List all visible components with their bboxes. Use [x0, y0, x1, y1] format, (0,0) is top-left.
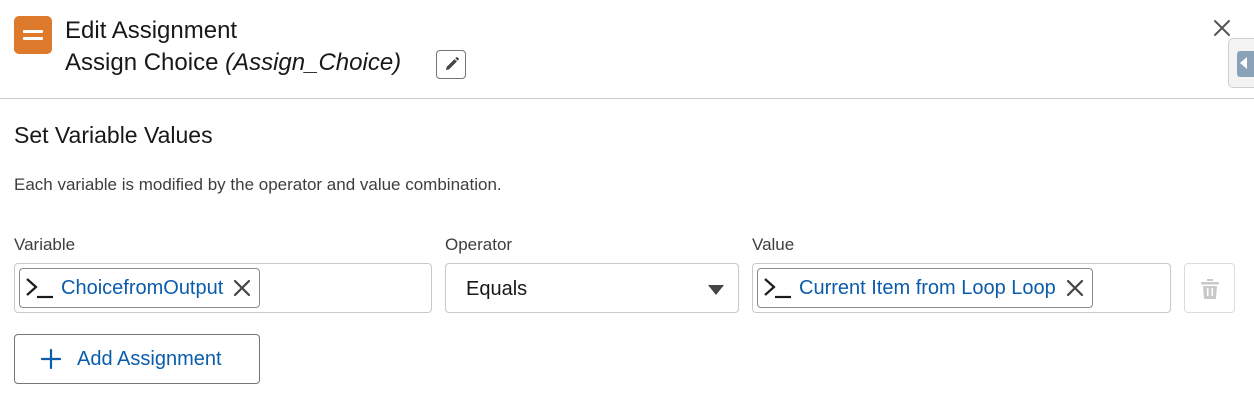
section-title: Set Variable Values: [14, 122, 213, 148]
variable-icon: [763, 276, 793, 300]
operator-selected-value: Equals: [466, 278, 528, 300]
chevron-down-icon: [708, 285, 724, 295]
side-panel-toggle[interactable]: [1228, 38, 1254, 88]
variable-pill-text: ChoicefromOutput: [61, 276, 224, 299]
value-pill[interactable]: Current Item from Loop Loop: [757, 268, 1093, 308]
operator-label: Operator: [445, 235, 513, 254]
chevron-left-icon: [1240, 57, 1247, 69]
assignment-icon: [14, 16, 52, 54]
plus-icon: [40, 348, 62, 370]
modal-title: Edit Assignment: [65, 17, 238, 44]
add-assignment-button[interactable]: Add Assignment: [14, 334, 260, 384]
variable-field[interactable]: ChoicefromOutput: [14, 263, 432, 313]
element-name: Assign Choice (Assign_Choice): [65, 48, 401, 78]
pencil-icon: [446, 57, 459, 70]
close-icon: [1214, 20, 1230, 36]
remove-variable-icon[interactable]: [231, 277, 253, 299]
element-api-name: (Assign_Choice): [225, 49, 402, 76]
variable-pill[interactable]: ChoicefromOutput: [19, 268, 261, 308]
trash-icon: [1201, 279, 1219, 299]
edit-assignment-modal: Edit Assignment Assign Choice (Assign_Ch…: [0, 0, 1254, 398]
add-assignment-label: Add Assignment: [77, 347, 222, 370]
modal-header: Edit Assignment Assign Choice (Assign_Ch…: [0, 0, 1254, 99]
edit-name-button[interactable]: [436, 50, 466, 79]
element-label: Assign Choice: [65, 49, 219, 76]
value-pill-text: Current Item from Loop Loop: [799, 276, 1056, 299]
variable-label: Variable: [14, 235, 76, 254]
remove-value-icon[interactable]: [1064, 277, 1086, 299]
variable-icon: [25, 276, 55, 300]
operator-select[interactable]: Equals: [445, 263, 739, 313]
section-description: Each variable is modified by the operato…: [14, 175, 502, 194]
value-field[interactable]: Current Item from Loop Loop: [752, 263, 1171, 313]
value-label: Value: [752, 235, 795, 254]
delete-row-button[interactable]: [1184, 263, 1235, 313]
